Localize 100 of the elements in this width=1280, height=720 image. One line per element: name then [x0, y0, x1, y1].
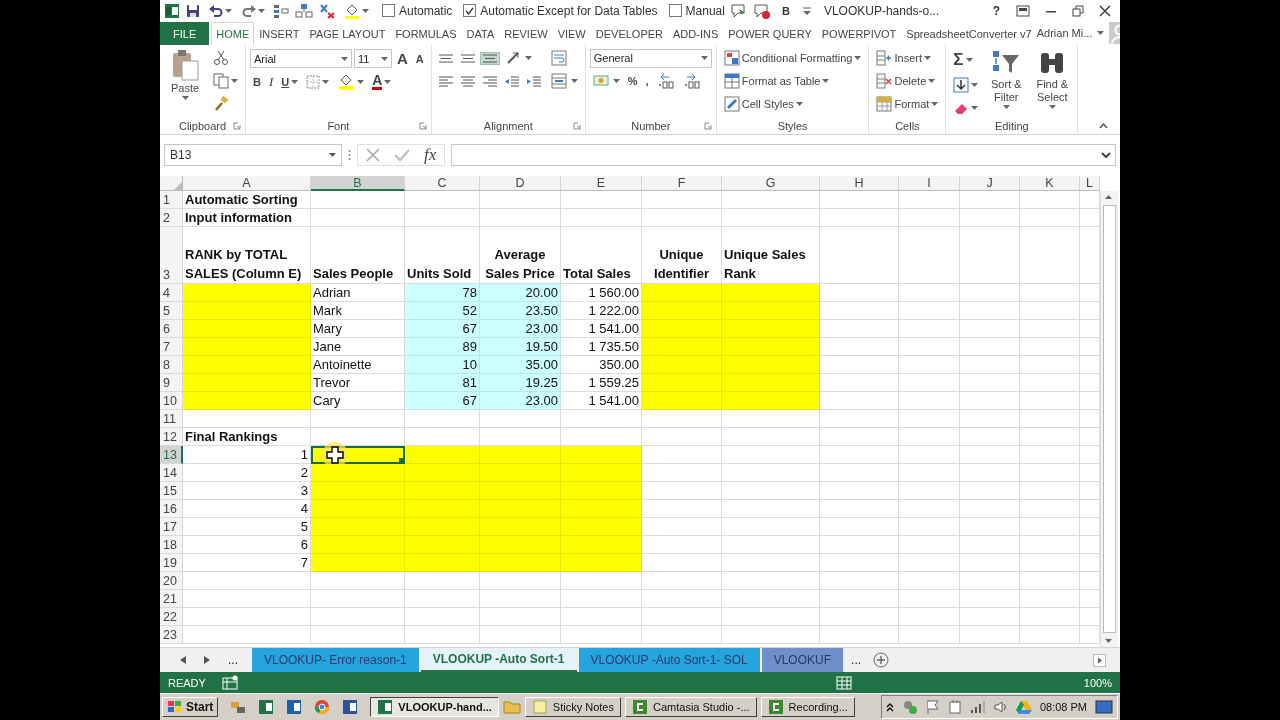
dialog-launcher-icon[interactable] [703, 122, 712, 131]
file-tab[interactable]: FILE [160, 21, 210, 46]
row-header[interactable]: 4 [160, 284, 183, 303]
name-box[interactable]: B13 [164, 144, 342, 167]
column-header[interactable]: J [960, 176, 1020, 192]
normal-view-icon[interactable] [835, 675, 852, 690]
more-sheets-button[interactable]: ... [845, 648, 868, 672]
start-button[interactable]: Start [162, 697, 219, 718]
restore-icon[interactable] [1072, 4, 1084, 17]
number-format-field[interactable]: General [589, 48, 712, 68]
row-header[interactable]: 23 [160, 626, 183, 645]
comment-icon[interactable] [729, 2, 748, 19]
insert-button[interactable]: Insert [873, 48, 934, 69]
row-header[interactable]: 12 [160, 428, 183, 447]
ribbon-tab[interactable]: ADD-INS [668, 21, 724, 46]
column-header[interactable]: L [1080, 176, 1100, 192]
checkbox[interactable] [382, 4, 395, 18]
sort-filter-button[interactable]: Sort & Filter [985, 48, 1028, 111]
row-header[interactable]: 6 [160, 320, 183, 339]
ribbon-tab[interactable]: INSERT [254, 21, 305, 46]
row-header[interactable]: 2 [160, 209, 183, 228]
row-header[interactable]: 15 [160, 482, 183, 501]
taskbar-button[interactable]: Sticky Notes [524, 697, 621, 718]
column-header[interactable]: I [899, 176, 960, 192]
ribbon-tab[interactable]: HOME [211, 21, 255, 46]
collapse-ribbon-icon[interactable] [1099, 123, 1108, 130]
underline-button[interactable]: U [278, 74, 302, 91]
ribbon-tab[interactable]: POWERPIVOT [816, 21, 902, 46]
ribbon-tab[interactable]: VIEW [552, 21, 591, 46]
column-header[interactable]: K [1020, 176, 1080, 192]
sheet-tab[interactable]: VLOOKUP -Auto Sort-1- SOL [578, 648, 760, 672]
increase-font-button[interactable]: A [394, 48, 411, 70]
find-select-button[interactable]: Find & Select [1031, 48, 1074, 111]
taskbar-button[interactable]: Camtasia Studio -... [625, 697, 757, 718]
row-header[interactable]: 17 [160, 518, 183, 537]
dialog-launcher-icon[interactable] [418, 122, 427, 131]
show-desktop-icon[interactable] [1095, 700, 1113, 715]
expand-icon[interactable] [1101, 151, 1111, 159]
insert-function-button[interactable]: fx [424, 145, 437, 166]
more-sheets-button[interactable]: ... [228, 653, 238, 667]
autosum-button[interactable]: Σ [950, 48, 976, 73]
row-header[interactable]: 22 [160, 608, 183, 627]
font-name-field[interactable]: Arial [250, 49, 352, 69]
signal-icon[interactable] [969, 700, 986, 715]
delete-button[interactable]: Delete [873, 71, 939, 92]
cell-styles-button[interactable]: Cell Styles [720, 94, 806, 115]
word-icon[interactable] [342, 699, 359, 716]
ribbon-tab[interactable]: PAGE LAYOUT [304, 21, 391, 46]
checkbox[interactable] [668, 4, 682, 18]
zoom-level[interactable]: 100% [1083, 676, 1112, 689]
previous-sheet-icon[interactable] [180, 656, 186, 664]
bold-button[interactable]: B [250, 74, 264, 91]
save-icon[interactable] [185, 2, 201, 19]
column-header[interactable]: H [820, 176, 899, 192]
flag-icon[interactable] [925, 699, 940, 716]
row-header[interactable]: 9 [160, 374, 183, 393]
column-header[interactable]: A [183, 176, 311, 192]
outlook-icon[interactable] [286, 699, 303, 716]
align-bottom-button[interactable] [479, 51, 500, 65]
ribbon-tab[interactable]: REVIEW [499, 21, 553, 46]
bold-button[interactable]: B [781, 4, 790, 17]
comma-button[interactable]: , [642, 73, 652, 90]
format-table-button[interactable]: Format as Table [720, 71, 833, 92]
font-color-button[interactable]: A [369, 72, 395, 93]
comment-delete-icon[interactable] [752, 2, 771, 19]
ribbon-tab[interactable]: DEVELOPER [590, 21, 668, 46]
dialog-launcher-icon[interactable] [233, 122, 241, 131]
ribbon-tab[interactable]: DATA [461, 21, 500, 46]
drive-icon[interactable] [1015, 700, 1032, 715]
conditional-formatting-button[interactable]: Conditional Formatting [720, 48, 865, 69]
row-header[interactable]: 19 [160, 554, 183, 573]
italic-button[interactable]: I [265, 72, 277, 93]
shape-icon[interactable] [295, 2, 313, 19]
record-macro-icon[interactable] [221, 674, 240, 691]
row-header[interactable]: 14 [160, 464, 183, 483]
scrollbar-thumb[interactable] [1103, 205, 1116, 634]
trace-remove-icon[interactable] [318, 2, 336, 19]
cancel-icon[interactable] [366, 148, 380, 163]
show-hidden-icon[interactable] [885, 702, 894, 713]
column-header[interactable]: F [642, 176, 722, 192]
close-icon[interactable] [1099, 4, 1111, 17]
dialog-launcher-icon[interactable] [572, 122, 581, 131]
column-header[interactable]: D [480, 176, 561, 192]
row-header[interactable]: 21 [160, 590, 183, 609]
customize-toolbar-button[interactable] [800, 5, 813, 16]
ribbon-tab[interactable]: SpreadsheetConverter v7 [901, 21, 1037, 46]
excel-icon[interactable] [258, 699, 275, 716]
row-header[interactable]: 10 [160, 392, 183, 411]
ribbon-tab[interactable]: POWER QUERY [723, 21, 817, 46]
format-button[interactable]: Format [873, 94, 942, 115]
row-header[interactable]: 16 [160, 500, 183, 519]
sheet-tab[interactable]: VLOOKUP- Error reason-1 [252, 648, 419, 672]
chrome-icon[interactable] [314, 699, 331, 716]
ribbon-tab[interactable]: FORMULAS [390, 21, 462, 46]
taskbar-button[interactable]: Recording... [760, 697, 855, 718]
add-sheet-icon[interactable] [873, 652, 890, 668]
decrease-font-button[interactable]: A [412, 50, 427, 67]
checkbox[interactable] [463, 4, 477, 18]
row-header[interactable]: 3 [160, 227, 183, 285]
copy-button[interactable] [210, 71, 241, 92]
